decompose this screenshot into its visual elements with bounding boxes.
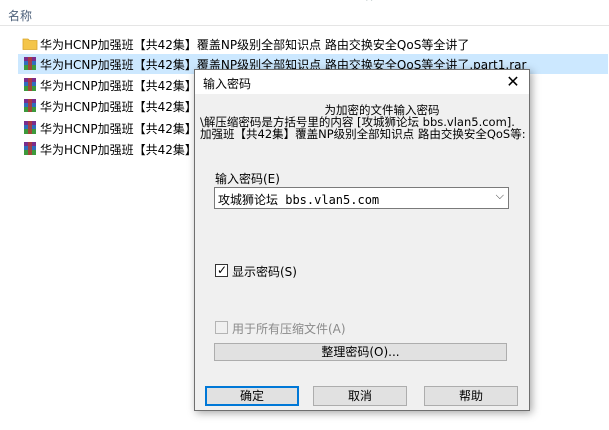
list-item[interactable]: 华为HCNP加强班【共42集】覆盖NP级别全部知识点 路由交换安全QoS等全讲了 [18, 34, 608, 54]
sort-up-icon: ^ [365, 0, 374, 8]
show-password-label[interactable]: 显示密码(S) [232, 263, 297, 280]
file-name: 华为HCNP加强班【共42集】覆盖NP级别全部知识点 路由交换安全QoS等全讲了 [40, 38, 470, 52]
file-name: 华为HCNP加强班【共42集】 [40, 79, 197, 93]
file-name: 华为HCNP加强班【共42集】 [40, 122, 197, 136]
password-value: 攻城狮论坛 bbs.vlan5.com [218, 193, 380, 207]
rar-archive-icon [24, 57, 36, 70]
close-icon[interactable]: ✕ [503, 72, 523, 92]
cancel-button[interactable]: 取消 [313, 386, 407, 406]
dialog-titlebar[interactable]: 输入密码 ✕ [195, 70, 529, 94]
rar-archive-icon [24, 121, 36, 134]
use-for-all-label[interactable]: 用于所有压缩文件(A) [232, 320, 346, 337]
organize-passwords-button[interactable]: 整理密码(O)... [214, 343, 507, 361]
rar-archive-icon [24, 78, 36, 91]
password-input[interactable]: 攻城狮论坛 bbs.vlan5.com ⌵ [214, 187, 509, 209]
show-password-checkbox[interactable]: ✓ [215, 263, 228, 277]
use-for-all-checkbox[interactable] [215, 321, 228, 334]
info-line: 加强班【共42集】覆盖NP级别全部知识点 路由交换安全QoS等: [200, 127, 526, 140]
column-header[interactable]: ^ 名称 [0, 0, 609, 26]
help-button[interactable]: 帮助 [424, 386, 518, 406]
dialog-title: 输入密码 [203, 77, 252, 91]
password-label: 输入密码(E) [215, 172, 280, 186]
file-name: 华为HCNP加强班【共42集】 [40, 100, 197, 114]
chevron-down-icon[interactable]: ⌵ [496, 189, 504, 203]
ok-button[interactable]: 确定 [205, 386, 299, 406]
file-name: 华为HCNP加强班【共42集】 [40, 143, 197, 157]
folder-icon [22, 38, 38, 50]
rar-archive-icon [24, 99, 36, 112]
checkmark-icon: ✓ [217, 263, 228, 277]
password-dialog: 输入密码 ✕ 为加密的文件输入密码 \解压缩密码是方括号里的内容 [攻城狮论坛 … [194, 69, 530, 411]
rar-archive-icon [24, 142, 36, 155]
column-name-label[interactable]: 名称 [8, 7, 32, 24]
dialog-info: 为加密的文件输入密码 \解压缩密码是方括号里的内容 [攻城狮论坛 bbs.vla… [195, 104, 529, 140]
